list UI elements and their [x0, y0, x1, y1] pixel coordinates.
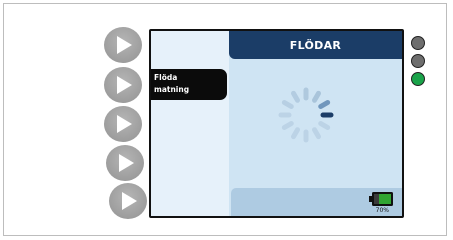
loading-spinner-icon [278, 87, 334, 143]
play-icon [117, 115, 132, 133]
side-button-4[interactable] [106, 145, 144, 181]
status-led-1 [411, 36, 425, 50]
play-icon [117, 36, 132, 54]
play-icon [119, 154, 134, 172]
menu-item-label-line2: matning [154, 85, 190, 94]
battery-icon [369, 192, 393, 206]
menu-pane [151, 31, 229, 216]
play-icon [117, 76, 132, 94]
side-button-5[interactable] [109, 183, 147, 219]
status-led-2 [411, 54, 425, 68]
side-button-1[interactable] [104, 27, 142, 63]
menu-item-label-line1: Flöda [154, 73, 178, 82]
side-button-3[interactable] [104, 106, 142, 142]
side-button-2[interactable] [104, 67, 142, 103]
content-area [229, 59, 402, 188]
status-bar: 70% [231, 188, 402, 216]
status-led-3 [411, 72, 425, 86]
menu-item-flow-feed[interactable]: Flöda matning [151, 69, 227, 100]
battery-level-fill [379, 194, 391, 204]
display-screen: Flöda matning FLÖDAR 70% [149, 29, 404, 218]
battery-percent: 70% [375, 207, 389, 214]
play-icon [122, 192, 137, 210]
screen-title: FLÖDAR [229, 31, 402, 59]
